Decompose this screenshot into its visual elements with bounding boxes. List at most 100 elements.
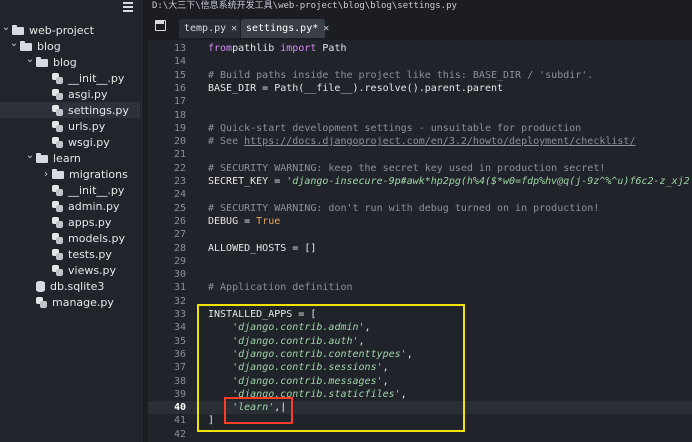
close-icon[interactable]: ✕ xyxy=(323,23,329,34)
code-token: DEBUG = xyxy=(208,215,257,227)
tree-item[interactable]: admin.py xyxy=(0,198,140,214)
tab-bar: temp.py ✕ settings.py* ✕ xyxy=(142,14,692,38)
tree-item-label: __init__.py xyxy=(68,183,125,197)
code-line[interactable]: 21 xyxy=(148,148,692,161)
tree-item[interactable]: › migrations xyxy=(0,166,140,182)
code-token: # See xyxy=(208,136,245,148)
tree-item-label: tests.py xyxy=(68,247,112,261)
tree-item[interactable]: wsgi.py xyxy=(0,134,140,150)
code-token: Path xyxy=(316,43,347,54)
python-file-icon xyxy=(36,296,47,308)
tab-settings-py[interactable]: settings.py* ✕ xyxy=(241,19,329,38)
line-number: 16 xyxy=(173,82,186,94)
code-line[interactable]: 13 frompathlib import Path xyxy=(148,42,692,55)
line-number: 39 xyxy=(173,388,186,400)
line-number: 13 xyxy=(173,43,186,54)
line-number: 40 xyxy=(173,402,186,414)
tree-item-label: db.sqlite3 xyxy=(50,279,105,293)
code-line[interactable]: 27 xyxy=(148,228,692,241)
sidebar-header xyxy=(0,0,141,18)
code-token: ALLOWED_HOSTS = [] xyxy=(208,242,317,254)
code-text: # SECURITY WARNING: don't run with debug… xyxy=(208,202,599,215)
line-number: 19 xyxy=(173,122,186,134)
line-number: 38 xyxy=(173,375,186,387)
code-line[interactable]: 26 DEBUG = True xyxy=(148,215,692,228)
tree-item[interactable]: tests.py xyxy=(0,246,140,262)
line-number: 26 xyxy=(173,215,186,227)
folder-icon xyxy=(36,57,48,67)
code-line[interactable]: 14 xyxy=(148,55,692,68)
code-line[interactable]: 23 SECRET_KEY = 'django-insecure-9p#awk*h… xyxy=(148,175,692,188)
tree-item[interactable]: apps.py xyxy=(0,214,140,230)
python-file-icon xyxy=(52,88,63,100)
code-text: # See https://docs.djangoproject.com/en/… xyxy=(208,135,635,148)
line-number: 14 xyxy=(173,56,186,68)
code-line[interactable]: 18 xyxy=(148,109,692,122)
tree-item[interactable]: db.sqlite3 xyxy=(0,278,140,294)
tree-item[interactable]: urls.py xyxy=(0,118,140,134)
python-file-icon xyxy=(52,232,63,244)
line-number: 17 xyxy=(173,96,186,108)
code-line[interactable]: 17 xyxy=(148,95,692,108)
tree-item-label: manage.py xyxy=(52,295,114,309)
line-number: 31 xyxy=(173,282,186,294)
code-token: import xyxy=(280,43,317,54)
line-number: 30 xyxy=(173,269,186,281)
code-token: from xyxy=(208,43,233,54)
tree-item-label: learn xyxy=(53,151,81,165)
tree-item[interactable]: asgi.py xyxy=(0,86,140,102)
menu-icon[interactable] xyxy=(123,2,133,12)
python-file-icon xyxy=(52,248,63,260)
window-icon[interactable] xyxy=(155,20,166,31)
chevron-down-icon[interactable]: ⌄ xyxy=(24,54,36,66)
tree-item[interactable]: models.py xyxy=(0,230,140,246)
code-line[interactable]: 19 # Quick-start development settings - u… xyxy=(148,122,692,135)
tree-item-label: models.py xyxy=(68,231,125,245)
code-text: ALLOWED_HOSTS = [] xyxy=(208,242,316,255)
code-line[interactable]: 16 BASE_DIR = Path(__file__).resolve().pa… xyxy=(148,82,692,95)
tree-item[interactable]: settings.py xyxy=(0,102,140,118)
line-number: 37 xyxy=(173,362,186,374)
tab-temp-py[interactable]: temp.py ✕ xyxy=(179,19,240,38)
code-line[interactable]: 28 ALLOWED_HOSTS = [] xyxy=(148,242,692,255)
code-line[interactable]: 24 xyxy=(148,188,692,201)
code-line[interactable]: 31 # Application definition xyxy=(148,281,692,294)
chevron-down-icon[interactable]: ⌄ xyxy=(24,150,36,162)
code-token: 'django-insecure-9p#awk*hp2pg(h%4($*w0=f… xyxy=(286,176,692,187)
folder-icon xyxy=(12,25,24,35)
code-line[interactable]: 20 # See https://docs.djangoproject.com/e… xyxy=(148,135,692,148)
chevron-right-icon[interactable]: › xyxy=(40,168,52,180)
code-token: # Application definition xyxy=(208,282,353,294)
chevron-down-icon[interactable]: ⌄ xyxy=(0,22,12,34)
code-token: # SECURITY WARNING: keep the secret key … xyxy=(208,162,606,174)
code-line[interactable]: 29 xyxy=(148,255,692,268)
tab-label: settings.py* xyxy=(246,23,319,34)
chevron-down-icon[interactable]: ⌄ xyxy=(8,38,20,50)
tree-item[interactable]: ⌄ learn xyxy=(0,150,140,166)
folder-icon xyxy=(20,41,32,51)
tab-label: temp.py xyxy=(184,23,227,34)
line-number: 18 xyxy=(173,109,186,121)
code-text: BASE_DIR = Path(__file__).resolve().pare… xyxy=(208,82,503,95)
tree-item[interactable]: views.py xyxy=(0,262,140,278)
python-file-icon xyxy=(52,104,63,116)
tree-item[interactable]: ⌄ blog xyxy=(0,38,140,54)
code-token: pathlib xyxy=(232,43,281,54)
code-line[interactable]: 30 xyxy=(148,268,692,281)
code-text: # Quick-start development settings - uns… xyxy=(208,122,581,135)
tree-item[interactable]: manage.py xyxy=(0,294,140,310)
tree-item[interactable]: __init__.py xyxy=(0,182,140,198)
close-icon[interactable]: ✕ xyxy=(231,23,237,34)
code-line[interactable]: 22 # SECURITY WARNING: keep the secret ke… xyxy=(148,162,692,175)
code-line[interactable]: 15 # Build paths inside the project like … xyxy=(148,69,692,82)
tree-item[interactable]: ⌄ blog xyxy=(0,54,140,70)
code-token: True xyxy=(256,215,281,227)
line-number: 36 xyxy=(173,348,186,360)
line-number: 32 xyxy=(173,295,186,307)
code-line[interactable]: 25 # SECURITY WARNING: don't run with deb… xyxy=(148,202,692,215)
code-token[interactable]: https://docs.djangoproject.com/en/3.2/ho… xyxy=(244,136,635,147)
tree-item[interactable]: ⌄ web-project xyxy=(0,22,140,38)
file-explorer-sidebar: ⌄ web-project ⌄ blog ⌄ blog __init__.py asgi.py… xyxy=(0,0,142,442)
tree-item[interactable]: __init__.py xyxy=(0,70,140,86)
python-file-icon xyxy=(52,136,63,148)
